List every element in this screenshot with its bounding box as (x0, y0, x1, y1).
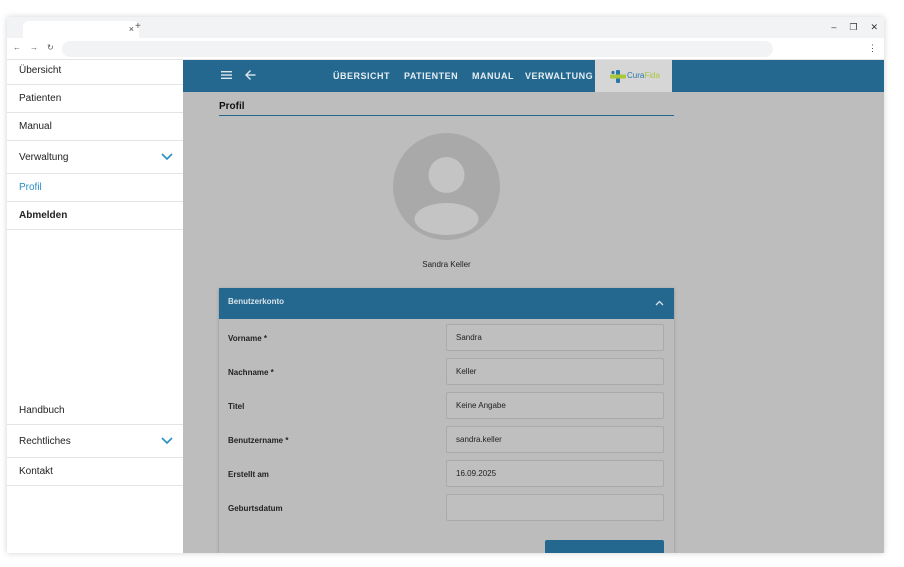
window-controls: – ❐ ✕ (831, 21, 878, 33)
sidebar-item-label: Profil (19, 182, 42, 193)
created-date-field[interactable]: 16.09.2025 (446, 460, 664, 487)
chevron-up-icon[interactable] (655, 299, 664, 307)
hamburger-menu-icon[interactable] (221, 70, 232, 80)
back-icon[interactable]: ← (13, 42, 21, 54)
main-content: ÜBERSICHT PATIENTEN MANUAL VERWALTUNG Cu… (183, 60, 884, 553)
nav-link-verwaltung[interactable]: VERWALTUNG (525, 70, 593, 82)
sidebar-item-label: Übersicht (19, 65, 62, 76)
sidebar-item-label: Kontakt (19, 466, 53, 477)
title-field[interactable]: Keine Angabe (446, 392, 664, 419)
minimize-icon[interactable]: – (831, 21, 836, 33)
tab-close-icon[interactable]: × (129, 23, 134, 35)
browser-nav: ← → ↻ (13, 42, 54, 54)
first-name-label: Vorname * (228, 334, 267, 343)
sidebar-item-label: Handbuch (19, 405, 65, 416)
forward-icon[interactable]: → (30, 42, 38, 54)
profile-user-name: Sandra Keller (422, 260, 471, 269)
nav-link-patienten[interactable]: PATIENTEN (404, 70, 458, 82)
username-label: Benutzername * (228, 436, 289, 445)
save-button[interactable] (545, 540, 664, 553)
username-field[interactable]: sandra.keller (446, 426, 664, 453)
account-card-title: Benutzerkonto (228, 297, 284, 306)
page-title: Profil (219, 101, 245, 112)
cross-logo-icon (610, 70, 626, 83)
sidebar-item-label: Patienten (19, 93, 62, 104)
brand-logo[interactable]: CuraFida (595, 60, 672, 92)
last-name-label: Nachname * (228, 368, 274, 377)
browser-tab[interactable]: × (23, 21, 139, 38)
tab-bar: × + – ❐ ✕ (7, 17, 884, 38)
sidebar: Übersicht Patienten Manual Verwaltung Pr… (7, 60, 183, 553)
browser-window: × + – ❐ ✕ ← → ↻ ⋮ Übersicht Patienten Ma… (7, 17, 884, 553)
sidebar-item-manual[interactable]: Manual (7, 113, 183, 141)
logo-wordmark: CuraFida (627, 71, 660, 80)
reload-icon[interactable]: ↻ (47, 42, 54, 54)
sidebar-item-uebersicht[interactable]: Übersicht (7, 57, 183, 85)
first-name-field[interactable]: Sandra (446, 324, 664, 351)
sidebar-item-label: Abmelden (19, 210, 68, 221)
last-name-field[interactable]: Keller (446, 358, 664, 385)
avatar-placeholder-icon (393, 133, 500, 240)
account-card: Benutzerkonto Vorname * Sandra Nachname … (219, 288, 674, 553)
title-divider (219, 115, 674, 116)
sidebar-item-label: Rechtliches (19, 435, 71, 447)
sidebar-item-patienten[interactable]: Patienten (7, 85, 183, 113)
sidebar-item-label: Verwaltung (19, 151, 69, 163)
account-card-header[interactable]: Benutzerkonto (219, 288, 674, 319)
created-date-label: Erstellt am (228, 470, 269, 479)
nav-link-uebersicht[interactable]: ÜBERSICHT (333, 70, 390, 82)
browser-menu-icon[interactable]: ⋮ (868, 42, 877, 54)
birthdate-field[interactable] (446, 494, 664, 521)
sidebar-item-handbuch[interactable]: Handbuch (7, 397, 183, 425)
top-navigation: ÜBERSICHT PATIENTEN MANUAL VERWALTUNG Cu… (183, 60, 884, 92)
sidebar-item-verwaltung[interactable]: Verwaltung (7, 141, 183, 174)
close-window-icon[interactable]: ✕ (870, 21, 878, 33)
back-arrow-icon[interactable] (245, 69, 256, 81)
birthdate-label: Geburtsdatum (228, 504, 283, 513)
sidebar-item-rechtliches[interactable]: Rechtliches (7, 425, 183, 458)
chevron-down-icon (161, 437, 173, 445)
sidebar-item-profil[interactable]: Profil (7, 174, 183, 202)
sidebar-item-abmelden[interactable]: Abmelden (7, 202, 183, 230)
url-input[interactable] (62, 41, 773, 57)
title-label: Titel (228, 402, 245, 411)
nav-link-manual[interactable]: MANUAL (472, 70, 514, 82)
chevron-down-icon (161, 153, 173, 161)
new-tab-button[interactable]: + (135, 21, 141, 33)
sidebar-item-kontakt[interactable]: Kontakt (7, 458, 183, 486)
sidebar-item-label: Manual (19, 121, 52, 132)
restore-icon[interactable]: ❐ (849, 21, 857, 33)
